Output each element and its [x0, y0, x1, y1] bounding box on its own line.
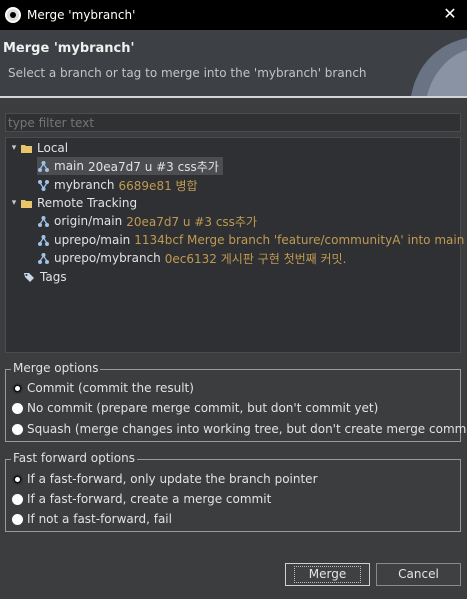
dialog-description: Select a branch or tag to merge into the…	[8, 66, 367, 80]
merge-options-group: Merge options Commit (commit the result)…	[5, 361, 467, 442]
folder-icon	[21, 144, 32, 153]
header-banner-graphic	[411, 38, 467, 96]
branch-icon	[38, 160, 49, 172]
tree-item-mybranch[interactable]: mybranch 6689e81 병합	[37, 176, 198, 194]
tree-item-origin-main[interactable]: origin/main 20ea7d7 u #3 css추가	[37, 212, 257, 230]
radio-button[interactable]	[12, 382, 23, 394]
fast-forward-options-group: Fast forward options If a fast-forward, …	[5, 451, 461, 532]
radio-label: Squash (merge changes into working tree,…	[27, 422, 467, 436]
radio-label: If a fast-forward, only update the branc…	[27, 472, 318, 486]
fast-forward-options-legend: Fast forward options	[11, 451, 137, 465]
cancel-button-label: Cancel	[398, 567, 439, 581]
radio-label: No commit (prepare merge commit, but don…	[27, 401, 379, 415]
radio-no-commit[interactable]: No commit (prepare merge commit, but don…	[12, 399, 378, 417]
branch-icon	[38, 252, 49, 264]
radio-button[interactable]	[12, 493, 23, 505]
radio-button[interactable]	[12, 473, 23, 485]
radio-ff-fail[interactable]: If not a fast-forward, fail	[12, 510, 172, 528]
close-icon[interactable]: ✕	[439, 3, 461, 25]
radio-label: Commit (commit the result)	[27, 381, 194, 395]
merge-button-label: Merge	[293, 566, 362, 583]
tree-item-main[interactable]: main 20ea7d7 u #3 css추가	[37, 157, 223, 175]
expand-chevron-icon[interactable]: ▾	[8, 198, 20, 208]
dialog-header: Merge 'mybranch' Select a branch or tag …	[0, 30, 467, 96]
folder-icon	[21, 199, 32, 208]
merge-options-legend: Merge options	[11, 361, 101, 375]
radio-commit[interactable]: Commit (commit the result)	[12, 379, 194, 397]
radio-button[interactable]	[12, 402, 23, 414]
tree-item-uprepo-main[interactable]: uprepo/main 1134bcf Merge branch 'featur…	[37, 231, 464, 249]
merge-button[interactable]: Merge	[285, 563, 370, 586]
header-separator	[0, 96, 467, 98]
filter-input[interactable]	[5, 113, 461, 132]
current-branch-icon	[38, 179, 49, 191]
branch-icon	[38, 234, 49, 246]
dialog-title: Merge 'mybranch'	[3, 41, 135, 56]
radio-button[interactable]	[12, 423, 23, 435]
tree-node-tags[interactable]: Tags	[23, 268, 67, 286]
branch-tree[interactable]: ▾ Local main 20ea7d7 u #3 css추가 mybranch…	[5, 137, 464, 353]
radio-squash[interactable]: Squash (merge changes into working tree,…	[12, 420, 467, 438]
radio-ff-create-merge-commit[interactable]: If a fast-forward, create a merge commit	[12, 490, 271, 508]
radio-label: If not a fast-forward, fail	[27, 512, 172, 526]
branch-icon	[38, 215, 49, 227]
tree-node-remote-tracking[interactable]: ▾ Remote Tracking	[8, 194, 137, 212]
title-bar: Merge 'mybranch' ✕	[0, 0, 467, 30]
expand-chevron-icon[interactable]: ▾	[8, 143, 20, 153]
radio-button[interactable]	[12, 513, 23, 525]
cancel-button[interactable]: Cancel	[376, 563, 461, 586]
tags-icon	[24, 272, 34, 282]
radio-ff-only-update[interactable]: If a fast-forward, only update the branc…	[12, 470, 318, 488]
tree-item-uprepo-mybranch[interactable]: uprepo/mybranch 0ec6132 게시판 구현 첫번째 커밋.	[37, 249, 346, 267]
window-title: Merge 'mybranch'	[27, 8, 136, 22]
radio-label: If a fast-forward, create a merge commit	[27, 492, 272, 506]
eclipse-app-icon	[5, 7, 21, 23]
tree-node-local[interactable]: ▾ Local	[8, 139, 68, 157]
